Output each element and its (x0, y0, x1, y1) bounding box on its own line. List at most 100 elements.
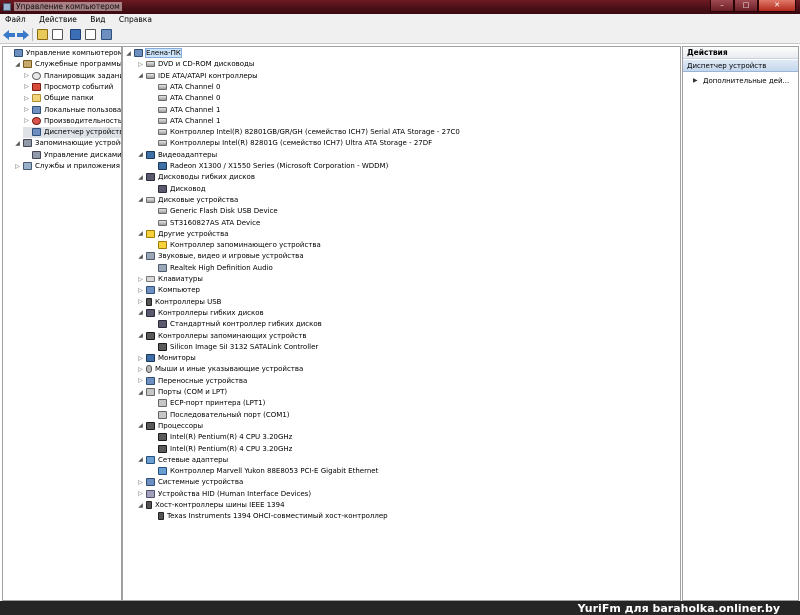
expand-toggle-icon[interactable]: ▷ (137, 287, 144, 294)
device-category[interactable]: ▷ DVD и CD-ROM дисководы (137, 59, 254, 70)
expand-toggle-icon[interactable]: ▷ (23, 95, 30, 102)
device-item[interactable]: Realtek High Definition Audio (149, 263, 273, 274)
expand-toggle-icon[interactable]: ◢ (125, 50, 132, 57)
device-category[interactable]: ◢ Порты (COM и LPT) (137, 387, 227, 398)
menu-file[interactable]: Файл (5, 14, 26, 26)
scan-hardware-icon[interactable] (101, 29, 112, 40)
console-tree-item[interactable]: ◢ Запоминающие устройст (14, 138, 121, 149)
device-item[interactable]: Последовательный порт (COM1) (149, 410, 290, 421)
device-item[interactable]: Контроллер запоминающего устройства (149, 240, 321, 251)
expand-toggle-icon[interactable]: ▷ (23, 83, 30, 90)
device-category[interactable]: ◢ Хост-контроллеры шины IEEE 1394 (137, 500, 285, 511)
expand-toggle-icon[interactable]: ◢ (137, 230, 144, 237)
expand-toggle-icon[interactable]: ▷ (23, 106, 30, 113)
device-item[interactable]: ATA Channel 1 (149, 105, 220, 116)
device-item[interactable]: Контроллер Marvell Yukon 88E8053 PCI-E G… (149, 466, 378, 477)
console-tree-pane[interactable]: Управление компьютером (л ◢ Служебные прог… (2, 46, 122, 601)
expand-toggle-icon[interactable]: ◢ (137, 422, 144, 429)
expand-toggle-icon[interactable]: ◢ (137, 456, 144, 463)
expand-toggle-icon[interactable]: ◢ (137, 174, 144, 181)
help-icon[interactable] (70, 29, 81, 40)
expand-toggle-icon[interactable]: ▷ (137, 298, 144, 305)
expand-toggle-icon[interactable]: ◢ (137, 196, 144, 203)
expand-toggle-icon[interactable]: ◢ (137, 502, 144, 509)
up-folder-icon[interactable] (37, 29, 48, 40)
expand-toggle-icon[interactable]: ▷ (137, 366, 144, 373)
device-category[interactable]: ◢ Другие устройства (137, 229, 229, 240)
console-tree-item[interactable]: ▷ Просмотр событий (23, 82, 113, 93)
device-item[interactable]: Silicon Image SiI 3132 SATALink Controll… (149, 342, 318, 353)
device-item[interactable]: Intel(R) Pentium(R) 4 CPU 3.20GHz (149, 432, 292, 443)
expand-toggle-icon[interactable]: ▷ (14, 163, 21, 170)
device-category[interactable]: ◢ IDE ATA/ATAPI контроллеры (137, 71, 257, 82)
device-item[interactable]: Дисковод (149, 184, 206, 195)
console-tree-item[interactable]: ◢ Служебные программы (14, 59, 121, 70)
console-tree-item[interactable]: ▷ Общие папки (23, 93, 94, 104)
more-actions-item[interactable]: ▶ Дополнительные дей... (693, 75, 789, 87)
expand-toggle-icon[interactable]: ◢ (14, 140, 21, 147)
device-category[interactable]: ◢ Сетевые адаптеры (137, 455, 228, 466)
console-tree-item[interactable]: Управление дисками (23, 150, 121, 161)
device-category[interactable]: ◢ Контроллеры запоминающих устройств (137, 331, 306, 342)
console-tree-item[interactable]: ▷ Локальные пользовате (23, 105, 121, 116)
device-item[interactable]: Generic Flash Disk USB Device (149, 206, 278, 217)
device-item[interactable]: Radeon X1300 / X1550 Series (Microsoft C… (149, 161, 388, 172)
device-category[interactable]: ▷ Системные устройства (137, 477, 243, 488)
device-category[interactable]: ▷ Мыши и иные указывающие устройства (137, 364, 303, 375)
device-category[interactable]: ◢ Дисковые устройства (137, 195, 238, 206)
device-category[interactable]: ◢ Видеоадаптеры (137, 150, 217, 161)
device-item[interactable]: Intel(R) Pentium(R) 4 CPU 3.20GHz (149, 444, 292, 455)
expand-toggle-icon[interactable]: ◢ (14, 61, 21, 68)
expand-toggle-icon[interactable]: ◢ (137, 151, 144, 158)
device-item[interactable]: Texas Instruments 1394 OHCI-совместимый … (149, 511, 388, 522)
back-arrow-icon[interactable] (3, 30, 15, 40)
show-hide-tree-icon[interactable] (52, 29, 63, 40)
actions-section-device-manager[interactable]: Диспетчер устройств (683, 60, 798, 72)
device-item[interactable]: Стандартный контроллер гибких дисков (149, 319, 322, 330)
expand-toggle-icon[interactable]: ▷ (137, 61, 144, 68)
forward-arrow-icon[interactable] (17, 30, 29, 40)
device-category[interactable]: ▷ Компьютер (137, 285, 200, 296)
expand-toggle-icon[interactable]: ▷ (23, 72, 30, 79)
device-item[interactable]: ATA Channel 0 (149, 93, 220, 104)
expand-toggle-icon[interactable]: ◢ (137, 72, 144, 79)
device-category[interactable]: ▷ Переносные устройства (137, 376, 247, 387)
console-tree-item[interactable]: Управление компьютером (л (5, 48, 121, 59)
menu-help[interactable]: Справка (119, 14, 152, 26)
device-item[interactable]: Контроллеры Intel(R) 82801G (семейство I… (149, 138, 432, 149)
expand-toggle-icon[interactable]: ◢ (137, 332, 144, 339)
console-tree-item[interactable]: ▷ Планировщик заданий (23, 71, 121, 82)
minimize-button[interactable]: – (710, 0, 734, 12)
device-category[interactable]: ◢ Дисководы гибких дисков (137, 172, 255, 183)
device-item[interactable]: Контроллер Intel(R) 82801GB/GR/GH (семей… (149, 127, 460, 138)
menu-view[interactable]: Вид (90, 14, 105, 26)
expand-toggle-icon[interactable]: ▷ (137, 355, 144, 362)
expand-toggle-icon[interactable]: ◢ (137, 389, 144, 396)
maximize-button[interactable]: □ (734, 0, 758, 12)
properties-icon[interactable] (85, 29, 96, 40)
console-tree-item[interactable]: ▷ Службы и приложения (14, 161, 120, 172)
expand-toggle-icon[interactable]: ◢ (137, 253, 144, 260)
device-item[interactable]: ST3160827AS ATA Device (149, 218, 260, 229)
console-tree-item[interactable]: ▷ Производительность (23, 116, 121, 127)
expand-toggle-icon[interactable]: ▷ (137, 276, 144, 283)
expand-toggle-icon[interactable]: ▷ (137, 490, 144, 497)
device-category[interactable]: ◢ Звуковые, видео и игровые устройства (137, 251, 304, 262)
expand-toggle-icon[interactable]: ▷ (137, 377, 144, 384)
device-item[interactable]: ATA Channel 1 (149, 116, 220, 127)
device-category[interactable]: ▷ Мониторы (137, 353, 196, 364)
expand-toggle-icon[interactable]: ▷ (23, 117, 30, 124)
device-category[interactable]: ▷ Устройства HID (Human Interface Devices… (137, 489, 311, 500)
device-tree-pane[interactable]: ◢ Елена-ПК ▷ DVD и CD-ROM дисководы ◢ IDE ATA… (122, 46, 681, 601)
device-category[interactable]: ◢ Елена-ПК (125, 48, 182, 59)
device-category[interactable]: ▷ Контроллеры USB (137, 297, 221, 308)
close-button[interactable]: ✕ (758, 0, 796, 12)
device-category[interactable]: ◢ Контроллеры гибких дисков (137, 308, 264, 319)
device-item[interactable]: ECP-порт принтера (LPT1) (149, 398, 265, 409)
console-tree-item[interactable]: Диспетчер устройств (23, 127, 121, 139)
menu-action[interactable]: Действие (39, 14, 77, 26)
expand-toggle-icon[interactable]: ◢ (137, 309, 144, 316)
device-item[interactable]: ATA Channel 0 (149, 82, 220, 93)
expand-toggle-icon[interactable]: ▷ (137, 479, 144, 486)
device-category[interactable]: ◢ Процессоры (137, 421, 203, 432)
